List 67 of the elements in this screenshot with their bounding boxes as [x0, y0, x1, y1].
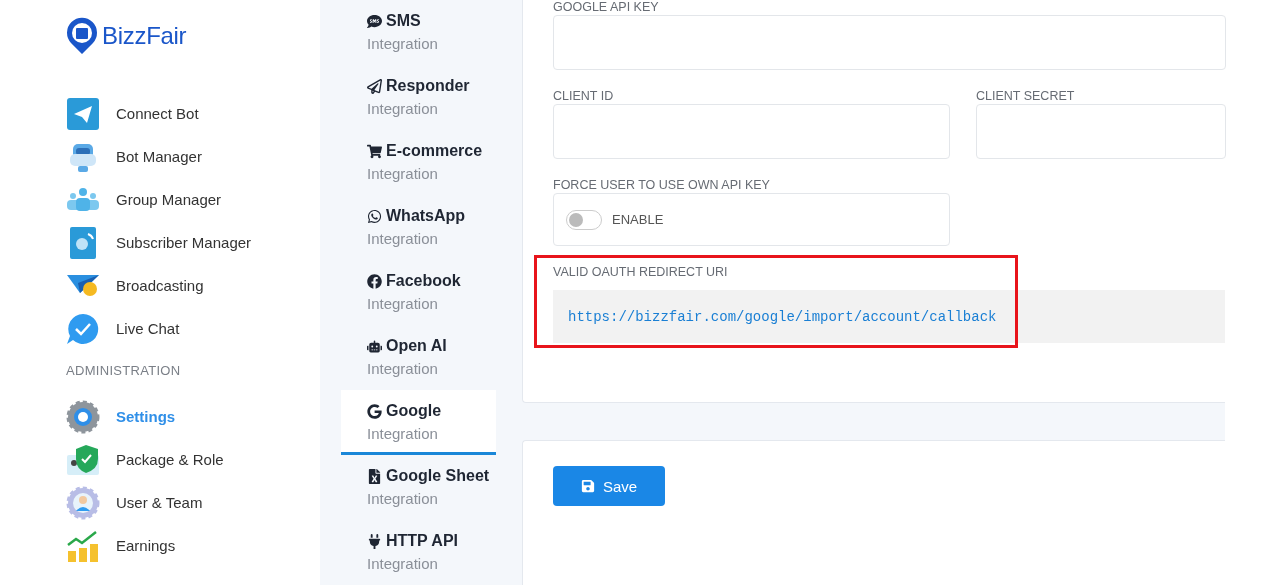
- sidebar-item[interactable]: Bot Manager: [66, 135, 320, 178]
- tab-subtitle: Integration: [367, 294, 439, 314]
- tab-title: Responder: [386, 77, 470, 95]
- sidebar-item[interactable]: Group Manager: [66, 178, 320, 221]
- growth-coins-icon: [66, 528, 100, 563]
- integration-tab[interactable]: E-commerce Integration: [341, 130, 496, 195]
- toggle-switch[interactable]: [566, 209, 602, 230]
- integration-tab[interactable]: Responder Integration: [341, 65, 496, 130]
- save-icon: [581, 479, 595, 493]
- sidebar-item[interactable]: Package & Role: [66, 438, 320, 481]
- facebook-icon: [367, 273, 382, 289]
- gear-icon: [66, 399, 100, 434]
- paper-plane-icon: [367, 78, 382, 94]
- field-label: CLIENT ID: [553, 89, 615, 103]
- field-label: FORCE USER TO USE OWN API KEY: [553, 178, 771, 192]
- sidebar-item[interactable]: Earnings: [66, 524, 320, 567]
- tab-title: WhatsApp: [386, 207, 466, 225]
- tab-title: HTTP API: [386, 532, 458, 550]
- section-header: ADMINISTRATION: [66, 363, 182, 378]
- integration-tab[interactable]: HTTP API Integration: [341, 520, 496, 585]
- sidebar-item[interactable]: User & Team: [66, 481, 320, 524]
- tab-subtitle: Integration: [367, 489, 439, 509]
- redirect-uri: https://bizzfair.com/google/import/account/callback: [568, 308, 997, 325]
- tab-subtitle: Integration: [367, 164, 439, 184]
- whatsapp-icon: [367, 208, 382, 224]
- plug-icon: [367, 533, 382, 549]
- integration-tab[interactable]: Facebook Integration: [341, 260, 496, 325]
- tab-subtitle: Integration: [367, 99, 439, 119]
- tab-subtitle: Integration: [367, 554, 439, 574]
- robot-icon: [367, 338, 382, 354]
- google-icon: [367, 403, 382, 419]
- sidebar-item[interactable]: Subscriber Manager: [66, 221, 320, 264]
- tab-title: Google: [386, 402, 442, 420]
- tab-title: SMS: [386, 12, 421, 30]
- id-card-shield-icon: [66, 442, 100, 477]
- tab-title: Google Sheet: [386, 467, 490, 485]
- integration-tab[interactable]: SMS Integration: [341, 0, 496, 65]
- input-field[interactable]: [553, 104, 950, 159]
- gear-person-icon: [66, 485, 100, 520]
- tab-subtitle: Integration: [367, 34, 439, 54]
- tab-subtitle: Integration: [367, 359, 439, 379]
- tab-subtitle: Integration: [367, 424, 439, 444]
- tab-title: Open AI: [386, 337, 447, 355]
- sidebar-item[interactable]: Broadcasting: [66, 264, 320, 307]
- tab-title: Facebook: [386, 272, 461, 290]
- field-label: VALID OAUTH REDIRECT URI: [553, 265, 729, 279]
- integration-tab[interactable]: Google Sheet Integration: [341, 455, 496, 520]
- save-button[interactable]: Save: [553, 466, 666, 506]
- toggle-label: ENABLE: [612, 212, 664, 227]
- integration-tab[interactable]: WhatsApp Integration: [341, 195, 496, 260]
- cart-icon: [367, 143, 382, 159]
- logo-icon: [66, 17, 98, 55]
- paper-plane-icon: [66, 96, 100, 131]
- field-label: CLIENT SECRET: [976, 89, 1076, 103]
- integration-tab[interactable]: Open AI Integration: [341, 325, 496, 390]
- sidebar-item[interactable]: Connect Bot: [66, 92, 320, 135]
- input-field[interactable]: [976, 104, 1226, 159]
- spreadsheet-file-icon: [367, 468, 382, 484]
- logo-text: BizzFair: [102, 22, 187, 50]
- sidebar-item[interactable]: Live Chat: [66, 307, 320, 350]
- tab-subtitle: Integration: [367, 229, 439, 249]
- field-label: GOOGLE API KEY: [553, 0, 660, 14]
- integration-tab[interactable]: Google Integration: [341, 390, 496, 455]
- input-field[interactable]: [553, 15, 1226, 70]
- tab-title: E-commerce: [386, 142, 483, 160]
- sms-icon: [367, 13, 382, 29]
- chat-bubble-icon: [66, 311, 100, 346]
